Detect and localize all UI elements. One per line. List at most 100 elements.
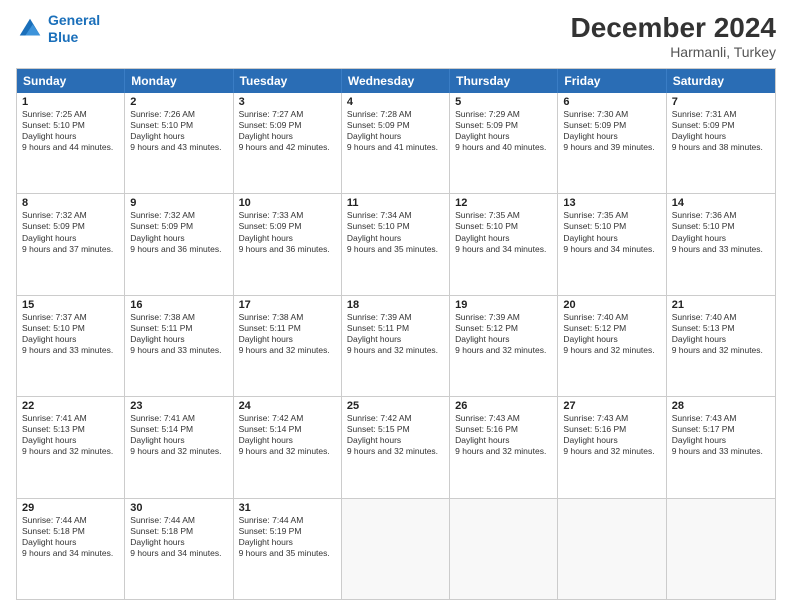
cell-info: Sunrise: 7:34 AMSunset: 5:10 PMDaylight … [347, 210, 444, 254]
week-row-4: 22 Sunrise: 7:41 AMSunset: 5:13 PMDaylig… [17, 396, 775, 497]
header-tuesday: Tuesday [234, 69, 342, 93]
cell-13: 13 Sunrise: 7:35 AMSunset: 5:10 PMDaylig… [558, 194, 666, 294]
day-num: 23 [130, 400, 227, 412]
cell-16: 16 Sunrise: 7:38 AMSunset: 5:11 PMDaylig… [125, 296, 233, 396]
cell-27: 27 Sunrise: 7:43 AMSunset: 5:16 PMDaylig… [558, 397, 666, 497]
location: Harmanli, Turkey [571, 44, 776, 60]
cell-5: 5 Sunrise: 7:29 AMSunset: 5:09 PMDayligh… [450, 93, 558, 193]
week-row-2: 8 Sunrise: 7:32 AMSunset: 5:09 PMDayligh… [17, 193, 775, 294]
cell-9: 9 Sunrise: 7:32 AMSunset: 5:09 PMDayligh… [125, 194, 233, 294]
day-num: 1 [22, 96, 119, 108]
cell-info: Sunrise: 7:26 AMSunset: 5:10 PMDaylight … [130, 109, 227, 153]
header-thursday: Thursday [450, 69, 558, 93]
day-num: 3 [239, 96, 336, 108]
cell-info: Sunrise: 7:42 AMSunset: 5:14 PMDaylight … [239, 413, 336, 457]
day-num: 20 [563, 299, 660, 311]
cell-info: Sunrise: 7:38 AMSunset: 5:11 PMDaylight … [239, 312, 336, 356]
month-title: December 2024 [571, 12, 776, 44]
cell-info: Sunrise: 7:40 AMSunset: 5:12 PMDaylight … [563, 312, 660, 356]
cell-info: Sunrise: 7:36 AMSunset: 5:10 PMDaylight … [672, 210, 770, 254]
cell-info: Sunrise: 7:32 AMSunset: 5:09 PMDaylight … [22, 210, 119, 254]
cell-12: 12 Sunrise: 7:35 AMSunset: 5:10 PMDaylig… [450, 194, 558, 294]
day-num: 4 [347, 96, 444, 108]
logo-line2: Blue [48, 29, 78, 45]
cell-22: 22 Sunrise: 7:41 AMSunset: 5:13 PMDaylig… [17, 397, 125, 497]
day-num: 16 [130, 299, 227, 311]
day-num: 21 [672, 299, 770, 311]
header-saturday: Saturday [667, 69, 775, 93]
logo-text: General Blue [48, 12, 100, 46]
week-row-3: 15 Sunrise: 7:37 AMSunset: 5:10 PMDaylig… [17, 295, 775, 396]
cell-29: 29 Sunrise: 7:44 AMSunset: 5:18 PMDaylig… [17, 499, 125, 599]
cell-30: 30 Sunrise: 7:44 AMSunset: 5:18 PMDaylig… [125, 499, 233, 599]
cell-info: Sunrise: 7:33 AMSunset: 5:09 PMDaylight … [239, 210, 336, 254]
day-num: 8 [22, 197, 119, 209]
cell-23: 23 Sunrise: 7:41 AMSunset: 5:14 PMDaylig… [125, 397, 233, 497]
cell-info: Sunrise: 7:35 AMSunset: 5:10 PMDaylight … [455, 210, 552, 254]
day-num: 9 [130, 197, 227, 209]
cell-info: Sunrise: 7:44 AMSunset: 5:19 PMDaylight … [239, 515, 336, 559]
logo-icon [16, 15, 44, 43]
cell-15: 15 Sunrise: 7:37 AMSunset: 5:10 PMDaylig… [17, 296, 125, 396]
day-num: 27 [563, 400, 660, 412]
day-num: 25 [347, 400, 444, 412]
day-num: 30 [130, 502, 227, 514]
cell-18: 18 Sunrise: 7:39 AMSunset: 5:11 PMDaylig… [342, 296, 450, 396]
week-row-1: 1 Sunrise: 7:25 AMSunset: 5:10 PMDayligh… [17, 93, 775, 193]
week-row-5: 29 Sunrise: 7:44 AMSunset: 5:18 PMDaylig… [17, 498, 775, 599]
cell-11: 11 Sunrise: 7:34 AMSunset: 5:10 PMDaylig… [342, 194, 450, 294]
logo: General Blue [16, 12, 100, 46]
cell-8: 8 Sunrise: 7:32 AMSunset: 5:09 PMDayligh… [17, 194, 125, 294]
calendar-body: 1 Sunrise: 7:25 AMSunset: 5:10 PMDayligh… [17, 93, 775, 599]
day-num: 26 [455, 400, 552, 412]
cell-info: Sunrise: 7:40 AMSunset: 5:13 PMDaylight … [672, 312, 770, 356]
cell-info: Sunrise: 7:37 AMSunset: 5:10 PMDaylight … [22, 312, 119, 356]
cell-info: Sunrise: 7:44 AMSunset: 5:18 PMDaylight … [130, 515, 227, 559]
cell-7: 7 Sunrise: 7:31 AMSunset: 5:09 PMDayligh… [667, 93, 775, 193]
cell-info: Sunrise: 7:38 AMSunset: 5:11 PMDaylight … [130, 312, 227, 356]
calendar: Sunday Monday Tuesday Wednesday Thursday… [16, 68, 776, 600]
cell-31: 31 Sunrise: 7:44 AMSunset: 5:19 PMDaylig… [234, 499, 342, 599]
cell-26: 26 Sunrise: 7:43 AMSunset: 5:16 PMDaylig… [450, 397, 558, 497]
cell-info: Sunrise: 7:41 AMSunset: 5:14 PMDaylight … [130, 413, 227, 457]
cell-info: Sunrise: 7:31 AMSunset: 5:09 PMDaylight … [672, 109, 770, 153]
cell-info: Sunrise: 7:44 AMSunset: 5:18 PMDaylight … [22, 515, 119, 559]
cell-19: 19 Sunrise: 7:39 AMSunset: 5:12 PMDaylig… [450, 296, 558, 396]
day-num: 19 [455, 299, 552, 311]
cell-28: 28 Sunrise: 7:43 AMSunset: 5:17 PMDaylig… [667, 397, 775, 497]
cell-info: Sunrise: 7:39 AMSunset: 5:12 PMDaylight … [455, 312, 552, 356]
cell-empty-2 [450, 499, 558, 599]
cell-info: Sunrise: 7:35 AMSunset: 5:10 PMDaylight … [563, 210, 660, 254]
cell-1: 1 Sunrise: 7:25 AMSunset: 5:10 PMDayligh… [17, 93, 125, 193]
cell-info: Sunrise: 7:39 AMSunset: 5:11 PMDaylight … [347, 312, 444, 356]
day-num: 2 [130, 96, 227, 108]
day-num: 18 [347, 299, 444, 311]
header-friday: Friday [558, 69, 666, 93]
day-num: 17 [239, 299, 336, 311]
cell-info: Sunrise: 7:28 AMSunset: 5:09 PMDaylight … [347, 109, 444, 153]
page: General Blue December 2024 Harmanli, Tur… [0, 0, 792, 612]
cell-info: Sunrise: 7:27 AMSunset: 5:09 PMDaylight … [239, 109, 336, 153]
cell-info: Sunrise: 7:32 AMSunset: 5:09 PMDaylight … [130, 210, 227, 254]
day-num: 13 [563, 197, 660, 209]
cell-empty-4 [667, 499, 775, 599]
cell-info: Sunrise: 7:29 AMSunset: 5:09 PMDaylight … [455, 109, 552, 153]
cell-17: 17 Sunrise: 7:38 AMSunset: 5:11 PMDaylig… [234, 296, 342, 396]
header-wednesday: Wednesday [342, 69, 450, 93]
cell-4: 4 Sunrise: 7:28 AMSunset: 5:09 PMDayligh… [342, 93, 450, 193]
day-num: 10 [239, 197, 336, 209]
day-num: 7 [672, 96, 770, 108]
cell-info: Sunrise: 7:43 AMSunset: 5:16 PMDaylight … [563, 413, 660, 457]
cell-info: Sunrise: 7:43 AMSunset: 5:17 PMDaylight … [672, 413, 770, 457]
day-num: 14 [672, 197, 770, 209]
header-monday: Monday [125, 69, 233, 93]
cell-14: 14 Sunrise: 7:36 AMSunset: 5:10 PMDaylig… [667, 194, 775, 294]
cell-10: 10 Sunrise: 7:33 AMSunset: 5:09 PMDaylig… [234, 194, 342, 294]
cell-24: 24 Sunrise: 7:42 AMSunset: 5:14 PMDaylig… [234, 397, 342, 497]
cell-info: Sunrise: 7:25 AMSunset: 5:10 PMDaylight … [22, 109, 119, 153]
day-num: 15 [22, 299, 119, 311]
cell-empty-1 [342, 499, 450, 599]
header: General Blue December 2024 Harmanli, Tur… [16, 12, 776, 60]
day-num: 31 [239, 502, 336, 514]
day-num: 12 [455, 197, 552, 209]
